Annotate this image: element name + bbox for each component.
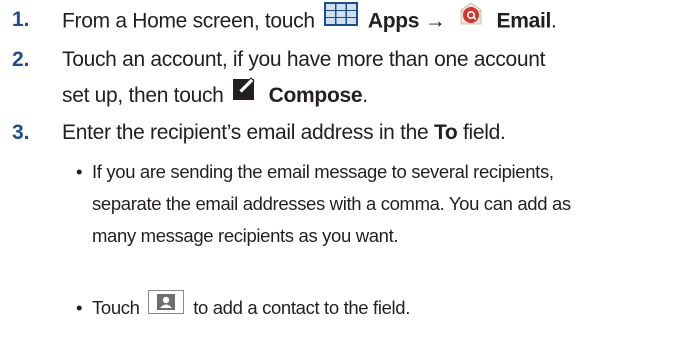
step-text: From a Home screen, touch Apps → Email. xyxy=(62,2,672,42)
step-text-before: set up, then touch xyxy=(62,84,224,107)
step-text-before: From a Home screen, touch xyxy=(62,9,315,33)
bullet-item: • Touch to add a contact to the field. xyxy=(76,290,672,326)
step-text: Enter the recipient’s email address in t… xyxy=(62,115,672,151)
step-text-before: Enter the recipient’s email address in t… xyxy=(62,121,429,144)
bullet-line: If you are sending the email message to … xyxy=(92,161,554,182)
step-end: . xyxy=(362,84,368,107)
apps-label: Apps xyxy=(367,9,420,33)
compose-pencil-icon xyxy=(233,76,259,112)
bullet-line: separate the email addresses with a comm… xyxy=(92,193,571,214)
instructions-page: 1. From a Home screen, touch Apps → Emai… xyxy=(0,0,678,341)
step-line: Touch an account, if you have more than … xyxy=(62,48,546,71)
contact-card-icon xyxy=(148,290,185,324)
step-number: 3. xyxy=(12,121,30,144)
bullet-dot: • xyxy=(76,161,83,182)
apps-grid-icon xyxy=(324,2,359,38)
email-label: Email xyxy=(496,9,552,33)
step-number: 1. xyxy=(12,8,30,31)
bullet-text-after: to add a contact to the field. xyxy=(193,297,411,318)
compose-label: Compose xyxy=(268,84,363,107)
bullet-text-before: Touch xyxy=(92,297,140,318)
email-at-icon xyxy=(455,0,487,40)
step-text: Touch an account, if you have more than … xyxy=(62,42,672,114)
to-label: To xyxy=(433,121,458,144)
step-end: . xyxy=(551,9,557,33)
arrow-glyph: → xyxy=(424,9,446,33)
step-line: set up, then touch Compose. xyxy=(62,76,672,114)
bullet-line: many message recipients as you want. xyxy=(92,225,399,246)
bullet-item: • If you are sending the email message t… xyxy=(76,156,672,252)
bullet-dot: • xyxy=(76,297,83,318)
step-text-after: field. xyxy=(462,121,506,144)
step-number: 2. xyxy=(12,48,30,71)
